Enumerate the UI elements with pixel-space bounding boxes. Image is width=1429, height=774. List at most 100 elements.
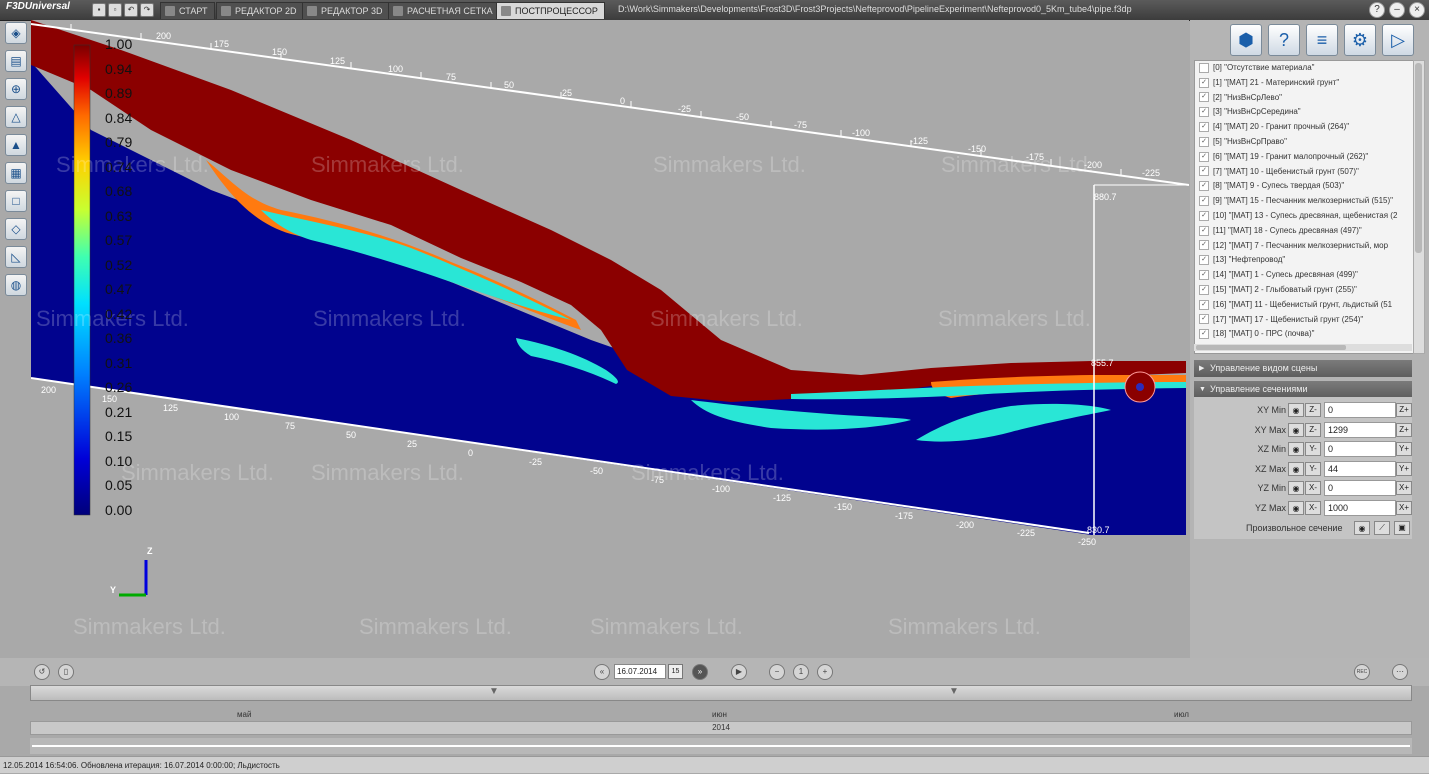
undo-icon[interactable]: ↶ — [124, 3, 138, 17]
chart-icon[interactable]: ▤ — [5, 50, 27, 72]
material-item[interactable]: ✓ [4] "[MAT] 20 - Гранит прочный (264)" — [1195, 120, 1413, 135]
rewind-icon[interactable]: « — [594, 664, 610, 680]
section-plus-button[interactable]: Z+ — [1396, 403, 1412, 417]
section-plus-button[interactable]: Z+ — [1396, 422, 1412, 437]
material-item[interactable]: ✓ [13] "Нефтепровод" — [1195, 253, 1413, 268]
material-checkbox[interactable] — [1199, 62, 1209, 73]
section-value-input[interactable]: 0 — [1324, 402, 1396, 418]
section-plus-button[interactable]: X+ — [1396, 481, 1412, 495]
section-minus-button[interactable]: Y- — [1305, 442, 1321, 456]
minus-icon[interactable]: − — [769, 664, 785, 680]
material-checkbox[interactable]: ✓ — [1199, 77, 1209, 88]
perspective-icon[interactable]: ◇ — [5, 218, 27, 240]
material-item[interactable]: ✓ [18] "[MAT] 0 - ПРС (почва)" — [1195, 327, 1413, 342]
eye-icon[interactable]: ◉ — [1288, 500, 1304, 515]
material-item[interactable]: ✓ [6] "[MAT] 19 - Гранит малопрочный (262… — [1195, 150, 1413, 165]
material-checkbox[interactable]: ✓ — [1199, 299, 1209, 310]
material-checkbox[interactable]: ✓ — [1199, 181, 1209, 192]
material-checkbox[interactable]: ✓ — [1199, 122, 1209, 133]
open-icon[interactable]: ▫ — [108, 3, 122, 17]
zoom-icon[interactable]: ⊕ — [5, 78, 27, 100]
material-checkbox[interactable]: ✓ — [1199, 136, 1209, 147]
material-checkbox[interactable]: ✓ — [1199, 210, 1209, 221]
tab-postprocessor[interactable]: ПОСТПРОЦЕССОР — [496, 2, 605, 19]
plus-icon[interactable]: + — [817, 664, 833, 680]
scroll-thumb[interactable] — [1415, 63, 1422, 253]
material-checkbox[interactable]: ✓ — [1199, 329, 1209, 340]
material-checkbox[interactable]: ✓ — [1199, 270, 1209, 281]
materials-hscrollbar[interactable] — [1194, 344, 1412, 351]
bookmark-icon[interactable]: ▯ — [58, 664, 74, 680]
materials-list[interactable]: [0] "Отсутствие материала" ✓ [1] "[MAT] 21… — [1194, 60, 1414, 354]
material-checkbox[interactable]: ✓ — [1199, 166, 1209, 177]
grid-icon[interactable]: ▦ — [5, 162, 27, 184]
eye-icon[interactable]: ◉ — [1288, 422, 1304, 437]
calendar-icon[interactable]: 15 — [668, 664, 683, 679]
hscroll-thumb[interactable] — [1196, 345, 1346, 350]
view-3d-icon[interactable]: ◈ — [5, 22, 27, 44]
material-checkbox[interactable]: ✓ — [1199, 255, 1209, 266]
materials-icon[interactable]: ⬢ — [1230, 24, 1262, 56]
section-value-input[interactable]: 1299 — [1324, 421, 1396, 438]
mesh-view-icon[interactable]: ▲ — [5, 134, 27, 156]
settings-icon[interactable]: ⚙ — [1344, 24, 1376, 56]
reset-icon[interactable]: ↺ — [34, 664, 50, 680]
help-icon[interactable]: ? — [1369, 2, 1385, 18]
section-value-input[interactable]: 1000 — [1324, 499, 1396, 516]
material-checkbox[interactable]: ✓ — [1199, 92, 1209, 103]
material-item[interactable]: ✓ [3] "НизВнСрСередина" — [1195, 105, 1413, 120]
material-checkbox[interactable]: ✓ — [1199, 284, 1209, 295]
side-view-icon[interactable]: ◺ — [5, 246, 27, 268]
material-item[interactable]: ✓ [11] "[MAT] 18 - Супесь дресвяная (497)… — [1195, 224, 1413, 239]
material-checkbox[interactable]: ✓ — [1199, 107, 1209, 118]
eye-icon[interactable]: ◉ — [1288, 403, 1304, 417]
minimize-icon[interactable]: – — [1389, 2, 1405, 18]
eye-icon[interactable]: ◉ — [1288, 461, 1304, 476]
fast-forward-icon[interactable]: » — [692, 664, 708, 680]
section-plus-button[interactable]: Y+ — [1396, 442, 1412, 456]
tab-editor-2d[interactable]: РЕДАКТОР 2D — [216, 2, 304, 19]
material-item[interactable]: ✓ [1] "[MAT] 21 - Материнский грунт" — [1195, 76, 1413, 91]
material-item[interactable]: ✓ [9] "[MAT] 15 - Песчанник мелкозернисты… — [1195, 194, 1413, 209]
material-checkbox[interactable]: ✓ — [1199, 151, 1209, 162]
database-icon[interactable]: ≡ — [1306, 24, 1338, 56]
timeline-track[interactable]: ▼ ▼ — [30, 685, 1412, 701]
tab-editor-3d[interactable]: РЕДАКТОР 3D — [302, 2, 390, 19]
section-value-input[interactable]: 0 — [1324, 480, 1396, 496]
record-button[interactable]: REC — [1354, 664, 1370, 680]
material-item[interactable]: ✓ [5] "НизВнСрПраво" — [1195, 135, 1413, 150]
section-minus-button[interactable]: X- — [1305, 500, 1321, 515]
scene-view-header[interactable]: ▶ Управление видом сцены — [1194, 360, 1412, 377]
front-view-icon[interactable]: □ — [5, 190, 27, 212]
save-icon[interactable]: ▪ — [92, 3, 106, 17]
time-slider[interactable] — [30, 738, 1412, 754]
section-value-input[interactable]: 44 — [1324, 460, 1396, 477]
date-input[interactable]: 16.07.2014 — [614, 664, 666, 679]
scene-canvas[interactable] — [31, 20, 1189, 658]
section-minus-button[interactable]: Z- — [1305, 422, 1321, 437]
tab-start[interactable]: СТАРТ — [160, 2, 215, 19]
marker-icon[interactable]: ▼ — [489, 686, 499, 697]
eye-icon[interactable]: ◉ — [1354, 521, 1370, 535]
cube-icon[interactable]: ▣ — [1394, 521, 1410, 535]
sections-header[interactable]: ▼ Управление сечениями — [1194, 381, 1412, 398]
query-icon[interactable]: ? — [1268, 24, 1300, 56]
xyz-icon[interactable]: ⟋ — [1374, 521, 1390, 535]
material-checkbox[interactable]: ✓ — [1199, 225, 1209, 236]
material-item[interactable]: ✓ [16] "[MAT] 11 - Щебенистый грунт, льди… — [1195, 298, 1413, 313]
section-minus-button[interactable]: Y- — [1305, 461, 1321, 476]
material-checkbox[interactable]: ✓ — [1199, 314, 1209, 325]
material-item[interactable]: ✓ [15] "[MAT] 2 - Глыбоватый грунт (255)" — [1195, 283, 1413, 298]
material-checkbox[interactable]: ✓ — [1199, 196, 1209, 207]
eye-icon[interactable]: ◉ — [1288, 481, 1304, 495]
material-item[interactable]: ✓ [14] "[MAT] 1 - Супесь дресвяная (499)" — [1195, 268, 1413, 283]
material-item[interactable]: ✓ [7] "[MAT] 10 - Щебенистый грунт (507)" — [1195, 165, 1413, 180]
material-item[interactable]: [0] "Отсутствие материала" — [1195, 61, 1413, 76]
section-minus-button[interactable]: Z- — [1305, 403, 1321, 417]
more-icon[interactable]: ⋯ — [1392, 664, 1408, 680]
material-item[interactable]: ✓ [12] "[MAT] 7 - Песчанник мелкозернисты… — [1195, 239, 1413, 254]
section-plus-button[interactable]: Y+ — [1396, 461, 1412, 476]
redo-icon[interactable]: ↷ — [140, 3, 154, 17]
material-item[interactable]: ✓ [10] "[MAT] 13 - Супесь дресвяная, щебе… — [1195, 209, 1413, 224]
terrain-icon[interactable]: △ — [5, 106, 27, 128]
